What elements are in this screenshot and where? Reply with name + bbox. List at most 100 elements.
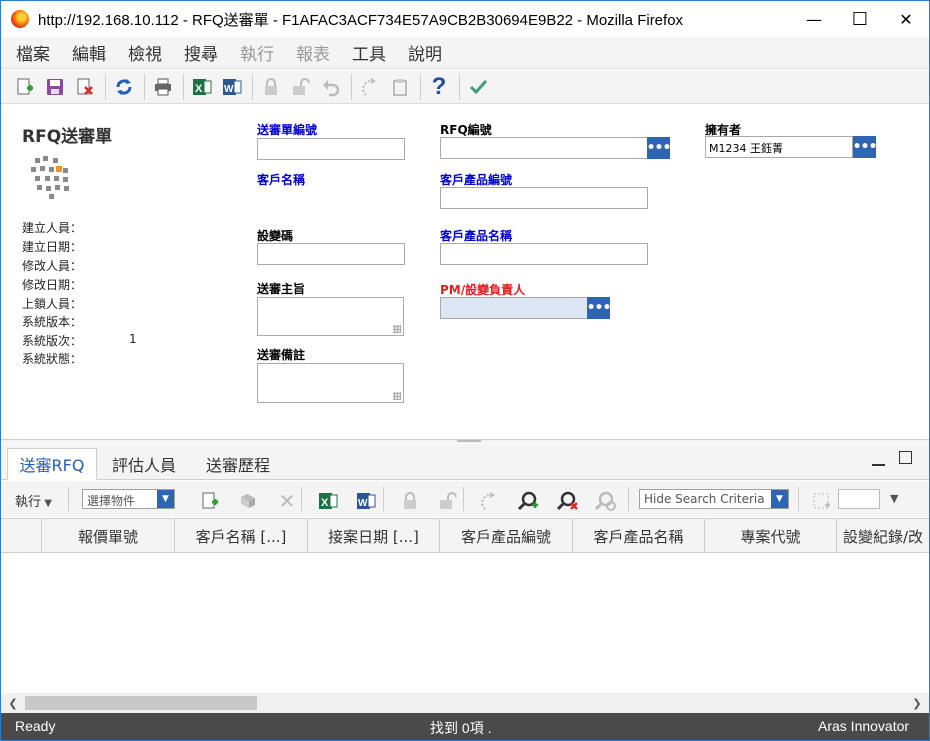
owner-ellipsis-button[interactable]: ••• <box>853 136 877 158</box>
menu-bar: 檔案 編輯 檢視 搜尋 執行 報表 工具 說明 <box>1 37 929 69</box>
search-mode-text: Hide Search Criteria <box>644 492 765 506</box>
done-check-icon[interactable] <box>464 73 492 101</box>
tab-history[interactable]: 送審歷程 <box>195 448 281 480</box>
clipboard-icon[interactable] <box>386 73 414 101</box>
clear-search-icon[interactable] <box>553 487 581 515</box>
menu-reports[interactable]: 報表 <box>296 40 330 65</box>
save-icon[interactable] <box>41 73 69 101</box>
rfq-id-ellipsis-button[interactable]: ••• <box>647 137 671 159</box>
column-select-icon[interactable] <box>807 487 835 515</box>
new-icon[interactable] <box>11 73 39 101</box>
main-toolbar: X W ? <box>1 70 929 104</box>
svg-text:W: W <box>358 498 368 509</box>
menu-actions[interactable]: 執行 <box>240 40 274 65</box>
resize-grip-icon[interactable] <box>393 392 401 400</box>
lock-icon[interactable] <box>396 487 424 515</box>
subject-textarea[interactable] <box>257 297 404 336</box>
rfq-no-field[interactable] <box>257 138 405 160</box>
meta-major-rev: 系統版本： <box>22 315 83 329</box>
cust-part-no-field[interactable] <box>440 187 648 209</box>
toolbar-separator <box>144 73 145 100</box>
word-icon[interactable]: W <box>352 487 380 515</box>
firefox-icon <box>11 10 29 28</box>
resize-grip-icon[interactable] <box>393 325 401 333</box>
delete-icon[interactable] <box>71 73 99 101</box>
remark-textarea[interactable] <box>257 363 404 403</box>
promote-icon[interactable] <box>356 73 384 101</box>
design-code-field[interactable] <box>257 243 405 265</box>
toolbar-separator <box>252 73 253 100</box>
menu-edit[interactable]: 編輯 <box>72 40 106 65</box>
status-product: Aras Innovator <box>818 718 910 734</box>
menu-file[interactable]: 檔案 <box>16 40 50 65</box>
pick-item-select[interactable]: 選擇物件 ▼ <box>82 489 175 509</box>
menu-view[interactable]: 檢視 <box>128 40 162 65</box>
pm-field[interactable] <box>440 297 588 319</box>
promote-icon[interactable] <box>475 487 503 515</box>
pick-related-icon[interactable] <box>234 487 262 515</box>
refresh-icon[interactable] <box>110 73 138 101</box>
meta-generation: 系統版次： <box>22 334 83 348</box>
lock-icon[interactable] <box>257 73 285 101</box>
customer-name-label: 客戶名稱 <box>257 173 306 187</box>
col-change-record[interactable]: 設變紀錄/改 <box>836 519 929 552</box>
meta-state: 系統狀態： <box>22 352 83 366</box>
scroll-left-icon[interactable]: ❮ <box>3 693 23 713</box>
meta-locked-by: 上鎖人員： <box>22 297 83 311</box>
scroll-thumb[interactable] <box>25 696 257 710</box>
add-row-icon[interactable] <box>196 487 224 515</box>
pm-ellipsis-button[interactable]: ••• <box>587 297 611 319</box>
browser-window: http://192.168.10.112 - RFQ送審單 - F1AFAC3… <box>0 0 930 741</box>
col-quote-no[interactable]: 報價單號 <box>41 519 174 552</box>
tab-evaluators[interactable]: 評估人員 <box>101 448 187 480</box>
minimize-button[interactable]: — <box>791 1 837 37</box>
menu-search[interactable]: 搜尋 <box>184 40 218 65</box>
page-size-input[interactable] <box>838 489 880 509</box>
item-type-icon <box>29 154 73 200</box>
owner-field[interactable]: M1234 王鈺菁 <box>705 136 853 158</box>
excel-icon[interactable]: X <box>188 73 216 101</box>
actions-menu[interactable]: 執行 ▼ <box>15 491 52 510</box>
word-icon[interactable]: W <box>218 73 246 101</box>
help-icon[interactable]: ? <box>425 73 453 101</box>
svg-text:W: W <box>224 84 234 95</box>
col-project-code[interactable]: 專案代號 <box>704 519 836 552</box>
stop-search-icon[interactable] <box>591 487 619 515</box>
pick-item-text: 選擇物件 <box>87 494 136 508</box>
col-cust-part-name[interactable]: 客戶產品名稱 <box>572 519 704 552</box>
search-mode-select[interactable]: Hide Search Criteria ▼ <box>639 489 789 509</box>
status-ready: Ready <box>15 718 56 734</box>
maximize-button[interactable]: ☐ <box>837 1 883 37</box>
unlock-icon[interactable] <box>434 487 462 515</box>
toolbar-separator <box>383 487 384 511</box>
status-bar: Ready 找到 0項 . Aras Innovator <box>1 713 929 740</box>
close-button[interactable]: ✕ <box>883 1 929 37</box>
col-customer-name[interactable]: 客戶名稱 [...] <box>174 519 307 552</box>
print-icon[interactable] <box>149 73 177 101</box>
horizontal-scrollbar[interactable]: ❮ ❯ <box>1 693 929 713</box>
scroll-right-icon[interactable]: ❯ <box>907 693 927 713</box>
menu-help[interactable]: 說明 <box>408 40 442 65</box>
grid-toolbar: 執行 ▼ 選擇物件 ▼ ✕ X W Hide Search Criteria ▼… <box>1 481 929 517</box>
cust-part-no-label: 客戶產品編號 <box>440 173 513 187</box>
tabs-maximize-icon[interactable] <box>899 451 912 464</box>
excel-icon[interactable]: X <box>314 487 342 515</box>
remove-row-icon[interactable]: ✕ <box>273 487 301 515</box>
rfq-id-label: RFQ編號 <box>440 123 492 137</box>
chevron-down-icon[interactable]: ▼ <box>890 492 898 505</box>
splitter-handle[interactable] <box>457 440 481 442</box>
tab-rfq[interactable]: 送審RFQ <box>7 448 97 480</box>
chevron-down-icon: ▼ <box>41 498 52 509</box>
rfq-id-field[interactable] <box>440 137 648 159</box>
unlock-icon[interactable] <box>287 73 315 101</box>
tabs-minimize-icon[interactable] <box>872 464 885 466</box>
grid-body[interactable] <box>1 553 929 693</box>
col-receive-date[interactable]: 接案日期 [...] <box>307 519 439 552</box>
menu-tools[interactable]: 工具 <box>352 40 386 65</box>
run-search-icon[interactable] <box>514 487 542 515</box>
meta-generation-value: 1 <box>129 332 137 346</box>
cust-part-name-field[interactable] <box>440 243 648 265</box>
undo-icon[interactable] <box>317 73 345 101</box>
pane-splitter[interactable] <box>1 439 929 443</box>
col-cust-part-no[interactable]: 客戶產品編號 <box>439 519 572 552</box>
